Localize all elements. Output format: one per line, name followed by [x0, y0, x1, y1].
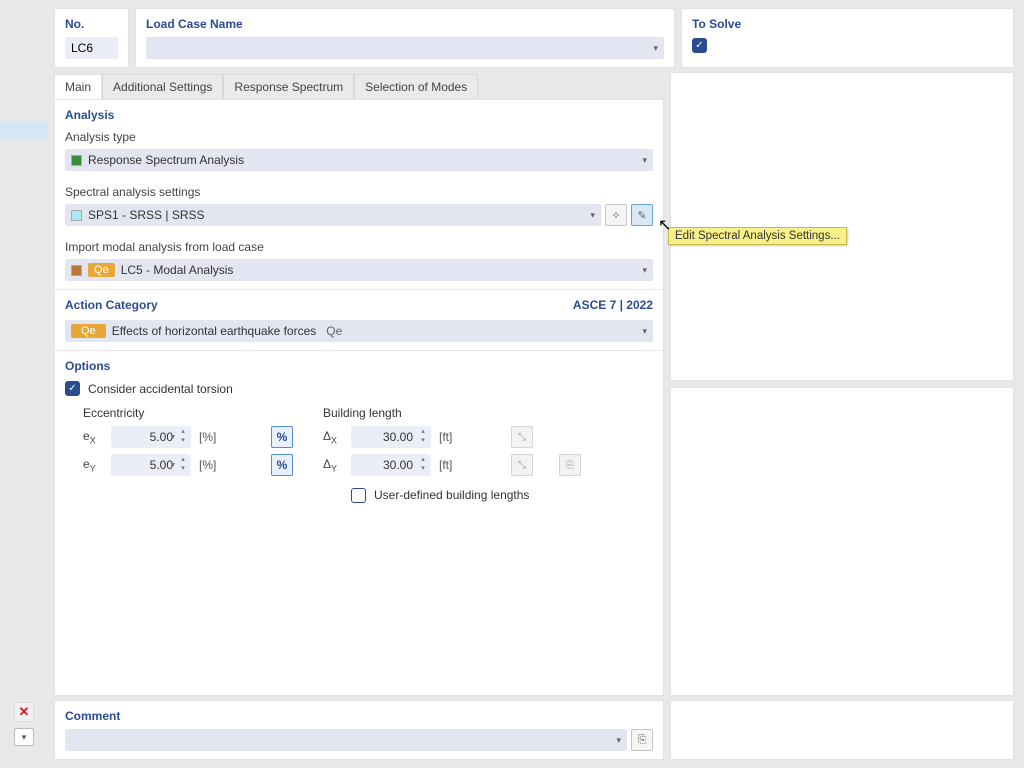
dx-label: ΔX	[323, 429, 343, 445]
ex-label: eX	[83, 429, 103, 445]
axis-icon: ⤡	[518, 460, 526, 471]
user-defined-lengths-label: User-defined building lengths	[374, 488, 529, 502]
dy-label: ΔY	[323, 457, 343, 473]
copy-icon: ⎘	[566, 460, 574, 471]
unit-label: [ft]	[439, 458, 465, 472]
unit-label: [%]	[199, 458, 225, 472]
spectral-settings-label: Spectral analysis settings	[65, 185, 653, 199]
percent-button[interactable]: %	[271, 454, 293, 476]
qe-badge: Qe	[71, 324, 106, 338]
building-length-header: Building length	[323, 406, 581, 420]
tosolve-checkbox[interactable]: ✓	[692, 38, 707, 53]
loadcase-name-dropdown[interactable]: ▾	[146, 37, 664, 59]
check-icon: ✓	[695, 40, 703, 51]
accidental-torsion-label: Consider accidental torsion	[88, 382, 233, 396]
import-modal-label: Import modal analysis from load case	[65, 240, 653, 254]
percent-button[interactable]: %	[271, 426, 293, 448]
comment-dropdown[interactable]: ▾	[65, 729, 627, 751]
step-down-icon[interactable]: ▾	[177, 437, 189, 445]
analysis-header: Analysis	[65, 108, 653, 122]
chevron-down-icon: ▾	[642, 326, 647, 337]
analysis-type-label: Analysis type	[65, 130, 653, 144]
analysis-type-dropdown[interactable]: Response Spectrum Analysis ▾	[65, 149, 653, 171]
no-input[interactable]	[65, 37, 118, 59]
chevron-down-icon: ▾	[22, 732, 27, 743]
spectral-settings-value: SPS1 - SRSS | SRSS	[88, 208, 205, 222]
user-defined-lengths-checkbox[interactable]	[351, 488, 366, 503]
import-modal-value: LC5 - Modal Analysis	[121, 263, 234, 277]
chevron-down-icon: ▾	[171, 432, 175, 441]
tab-selection-modes[interactable]: Selection of Modes	[354, 74, 478, 99]
eccentricity-header: Eccentricity	[83, 406, 293, 420]
close-icon: ✕	[19, 704, 30, 720]
action-category-header: Action Category	[65, 298, 158, 312]
edit-icon: ✎	[637, 209, 646, 222]
chevron-down-icon: ▾	[171, 460, 175, 469]
step-down-icon[interactable]: ▾	[177, 465, 189, 473]
step-up-icon[interactable]: ▴	[177, 456, 189, 464]
import-modal-dropdown[interactable]: Qe LC5 - Modal Analysis ▾	[65, 259, 653, 281]
qe-badge: Qe	[88, 263, 115, 277]
tooltip: Edit Spectral Analysis Settings...	[668, 227, 847, 245]
swatch-icon	[71, 265, 82, 276]
accidental-torsion-checkbox[interactable]: ✓	[65, 381, 80, 396]
options-header: Options	[65, 359, 653, 373]
axis-button[interactable]: ⤡	[511, 426, 533, 448]
unit-label: [%]	[199, 430, 225, 444]
copy-icon: ⎘	[638, 734, 647, 747]
chevron-down-icon: ▾	[590, 210, 595, 221]
no-label: No.	[65, 17, 118, 31]
step-up-icon[interactable]: ▴	[177, 428, 189, 436]
analysis-type-value: Response Spectrum Analysis	[88, 153, 244, 167]
swatch-icon	[71, 210, 82, 221]
action-category-dropdown[interactable]: Qe Effects of horizontal earthquake forc…	[65, 320, 653, 342]
axis-button[interactable]: ⤡	[511, 454, 533, 476]
step-down-icon[interactable]: ▾	[417, 465, 429, 473]
action-code: Qe	[326, 324, 342, 338]
step-down-icon[interactable]: ▾	[417, 437, 429, 445]
comment-action-button[interactable]: ⎘	[631, 729, 653, 751]
axis-icon: ⤡	[518, 432, 526, 443]
new-spectral-button[interactable]: ✧	[605, 204, 627, 226]
check-icon: ✓	[68, 383, 76, 394]
step-up-icon[interactable]: ▴	[417, 428, 429, 436]
standard-label: ASCE 7 | 2022	[573, 298, 653, 312]
preview-panel-bottom	[670, 387, 1014, 696]
list-selection[interactable]	[0, 122, 48, 140]
tab-response-spectrum[interactable]: Response Spectrum	[223, 74, 354, 99]
action-category-value: Effects of horizontal earthquake forces	[112, 324, 317, 338]
tosolve-label: To Solve	[692, 17, 1003, 31]
tab-bar: Main Additional Settings Response Spectr…	[54, 74, 664, 99]
loadcase-name-label: Load Case Name	[146, 17, 664, 31]
swatch-icon	[71, 155, 82, 166]
chevron-down-icon: ▾	[653, 43, 658, 54]
ey-label: eY	[83, 457, 103, 473]
chevron-down-icon: ▾	[642, 265, 647, 276]
comment-header: Comment	[65, 709, 653, 723]
close-button[interactable]: ✕	[14, 702, 34, 722]
new-icon: ✧	[611, 209, 620, 222]
copy-button[interactable]: ⎘	[559, 454, 581, 476]
unit-label: [ft]	[439, 430, 465, 444]
edit-spectral-button[interactable]: ✎	[631, 204, 653, 226]
step-up-icon[interactable]: ▴	[417, 456, 429, 464]
tab-main[interactable]: Main	[54, 74, 102, 99]
chevron-down-icon: ▾	[616, 735, 621, 746]
left-dropdown[interactable]: ▾	[14, 728, 34, 746]
tab-additional[interactable]: Additional Settings	[102, 74, 223, 99]
spectral-settings-dropdown[interactable]: SPS1 - SRSS | SRSS ▾	[65, 204, 601, 226]
bottom-right-panel	[670, 700, 1014, 760]
left-gutter: ✕ ▾	[0, 0, 48, 768]
chevron-down-icon: ▾	[642, 155, 647, 166]
